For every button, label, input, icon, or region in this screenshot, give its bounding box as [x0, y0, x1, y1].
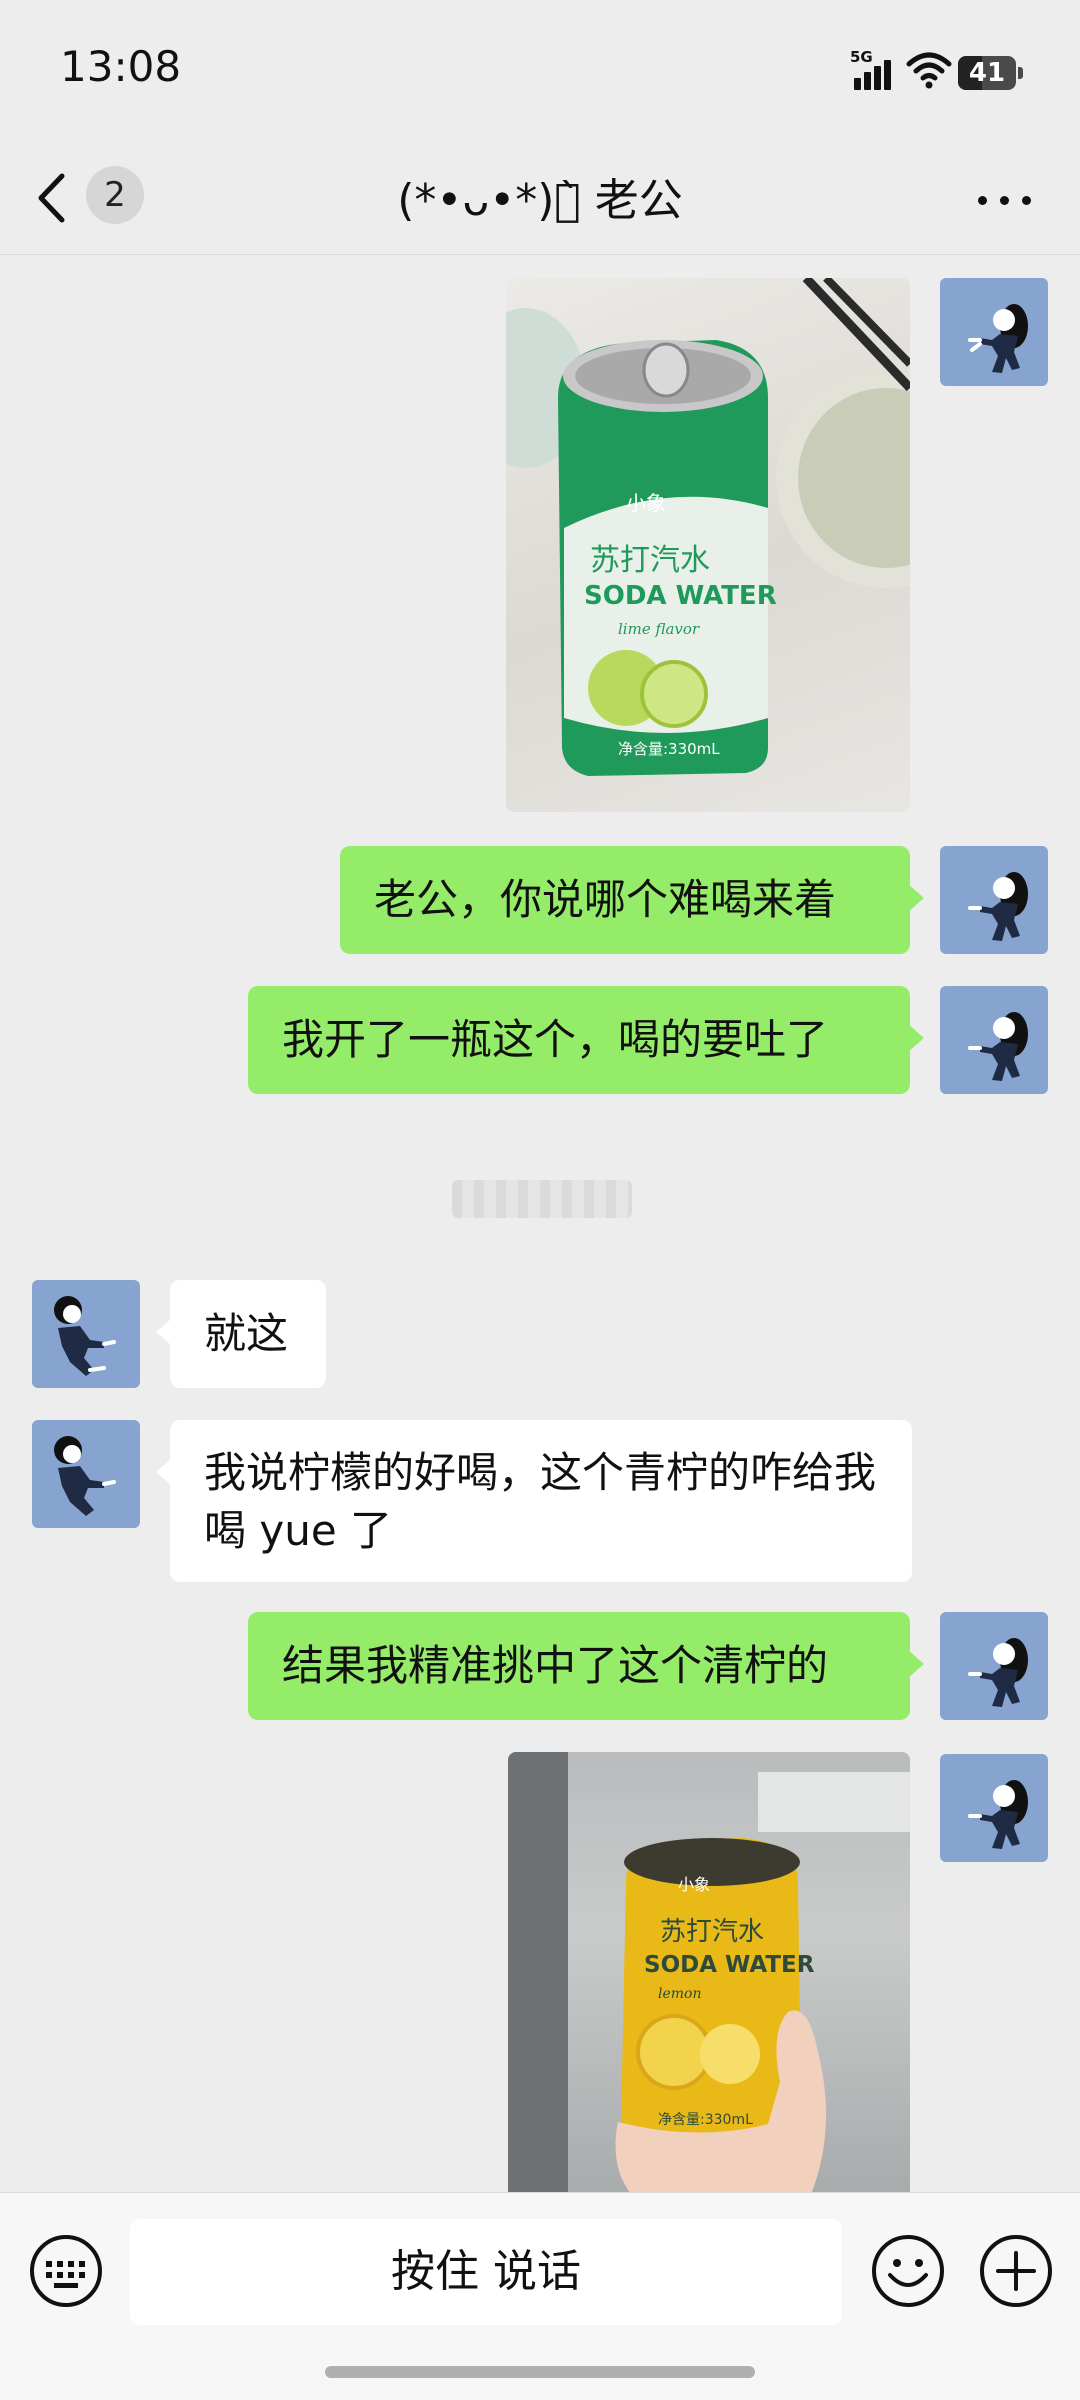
can-en-name: SODA WATER	[644, 1952, 815, 1978]
message-text: 老公，你说哪个难喝来着	[374, 875, 837, 924]
photo-message-yellow-can[interactable]: 小象 苏打汽水 SODA WATER lemon 净含量:330mL	[508, 1752, 910, 2192]
can-brand: 小象	[678, 1875, 710, 1894]
self-avatar[interactable]	[940, 1754, 1048, 1862]
status-bar: 13:08 5G 41	[0, 0, 1080, 140]
boy-avatar-icon	[54, 1296, 116, 1376]
contact-avatar[interactable]	[32, 1280, 140, 1388]
can-cn-name: 苏打汽水	[660, 1917, 764, 1947]
can-flavor: lemon	[658, 1986, 701, 2002]
message-text: 我开了一瓶这个，喝的要吐了	[282, 1015, 829, 1064]
message-list[interactable]: 小象 苏打汽水 SODA WATER lime flavor 净含量:330mL…	[0, 256, 1080, 2192]
message-text: 就这	[204, 1309, 289, 1358]
unread-count-badge: 2	[86, 166, 144, 224]
girl-avatar-icon	[968, 1780, 1028, 1849]
self-avatar[interactable]	[940, 278, 1048, 386]
message-text: 结果我精准挑中了这个清柠的	[282, 1641, 829, 1690]
battery-icon: 41	[958, 56, 1023, 90]
photo-message-green-can[interactable]: 小象 苏打汽水 SODA WATER lime flavor 净含量:330mL	[506, 278, 910, 812]
chat-header: 2 (*•ᴗ•*)ง̀ 老公	[0, 140, 1080, 255]
battery-percent: 41	[968, 58, 1006, 88]
status-time: 13:08	[60, 42, 182, 91]
wifi-icon	[906, 52, 952, 89]
back-button[interactable]: 2	[36, 166, 156, 230]
message-bubble-outgoing[interactable]: 结果我精准挑中了这个清柠的	[248, 1612, 924, 1720]
green-soda-can-image: 小象 苏打汽水 SODA WATER lime flavor 净含量:330mL	[506, 278, 910, 776]
cellular-signal-icon: 5G	[850, 48, 894, 90]
message-bubble-incoming[interactable]: 我说柠檬的好喝，这个青柠的咋给我喝 yue 了	[156, 1420, 912, 1582]
plus-icon[interactable]	[978, 2233, 1054, 2309]
can-brand: 小象	[626, 491, 666, 515]
message-bubble-outgoing[interactable]: 我开了一瓶这个，喝的要吐了	[248, 986, 924, 1094]
boy-avatar-icon	[54, 1436, 116, 1516]
yellow-soda-can-image: 小象 苏打汽水 SODA WATER lemon 净含量:330mL	[508, 1752, 910, 2192]
chat-title[interactable]: (*•ᴗ•*)ง̀ 老公	[240, 164, 840, 228]
more-button[interactable]	[970, 166, 1040, 230]
message-bubble-outgoing[interactable]: 老公，你说哪个难喝来着	[340, 846, 924, 954]
self-avatar[interactable]	[940, 846, 1048, 954]
message-text: 我说柠檬的好喝，这个青柠的咋给我喝 yue 了	[204, 1448, 877, 1555]
girl-avatar-icon	[968, 1638, 1028, 1707]
contact-avatar[interactable]	[32, 1420, 140, 1528]
chevron-left-icon	[38, 173, 65, 223]
message-bubble-incoming[interactable]: 就这	[156, 1280, 326, 1388]
keyboard-icon[interactable]	[28, 2233, 104, 2309]
message-timestamp	[452, 1180, 632, 1218]
can-volume: 净含量:330mL	[658, 2112, 753, 2128]
can-volume: 净含量:330mL	[618, 740, 720, 758]
girl-avatar-icon	[968, 872, 1028, 941]
can-flavor: lime flavor	[618, 620, 700, 638]
girl-avatar-icon	[968, 1012, 1028, 1081]
network-type: 5G	[850, 48, 873, 66]
home-indicator[interactable]	[325, 2366, 755, 2378]
self-avatar[interactable]	[940, 1612, 1048, 1720]
can-cn-name: 苏打汽水	[590, 543, 710, 578]
can-en-name: SODA WATER	[584, 581, 777, 611]
girl-avatar-icon	[968, 304, 1028, 373]
emoji-icon[interactable]	[870, 2233, 946, 2309]
hold-to-talk-button[interactable]: 按住 说话	[130, 2219, 842, 2325]
self-avatar[interactable]	[940, 986, 1048, 1094]
